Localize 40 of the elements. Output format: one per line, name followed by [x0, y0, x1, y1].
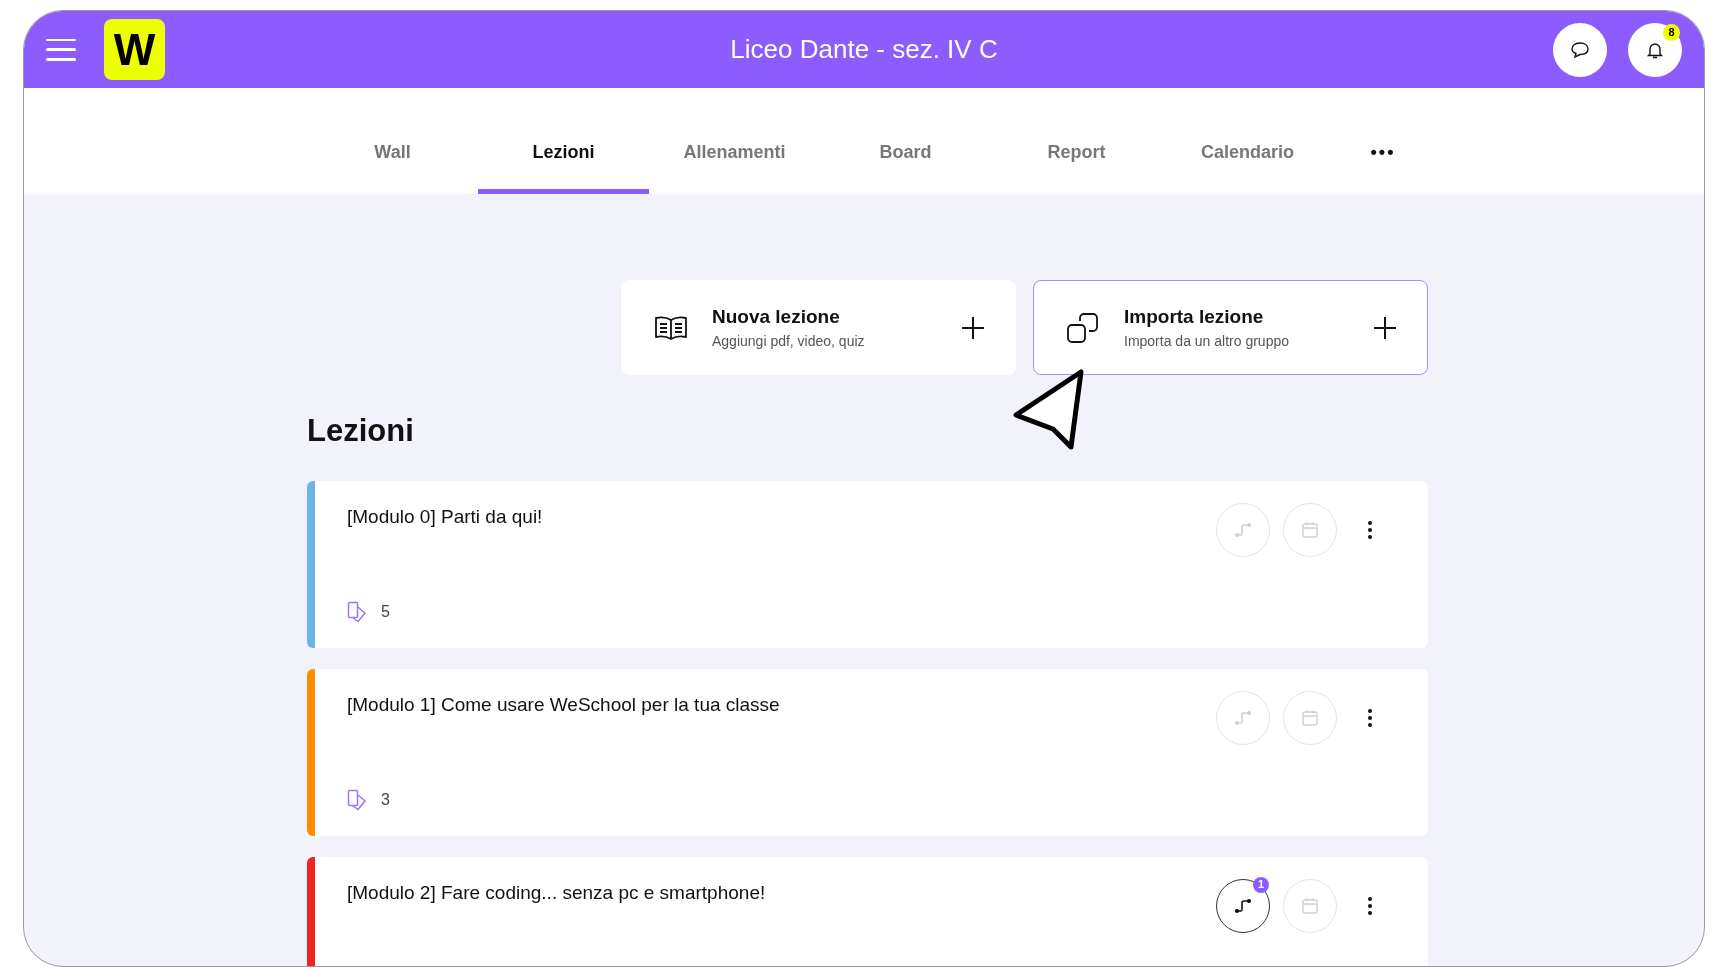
item-count: 3: [381, 789, 390, 810]
chat-bubble-icon: [1570, 40, 1590, 59]
calendar-icon: [1301, 520, 1319, 539]
notifications-button[interactable]: 8: [1628, 22, 1682, 77]
group-title: Liceo Dante - sez. IV C: [730, 33, 998, 66]
action-subtitle: Importa da un altro gruppo: [1124, 332, 1289, 352]
tab[interactable]: Calendario: [1162, 88, 1333, 194]
menu-icon[interactable]: [46, 38, 76, 61]
tab[interactable]: Allenamenti: [649, 88, 820, 194]
tab[interactable]: Report: [991, 88, 1162, 194]
tab[interactable]: Wall: [307, 88, 478, 194]
action-subtitle: Aggiungi pdf, video, quiz: [712, 332, 865, 352]
path-badge: 1: [1253, 876, 1269, 893]
item-count: 5: [381, 601, 390, 622]
calendar-icon: [1301, 708, 1319, 727]
plus-icon: [961, 315, 985, 340]
lesson-card[interactable]: [Modulo 0] Parti da qui! 5: [307, 480, 1428, 648]
calendar-icon: [1301, 896, 1319, 915]
cards-icon: [347, 600, 367, 623]
more-tab[interactable]: •••: [1333, 88, 1433, 194]
lesson-card[interactable]: [Modulo 1] Come usare WeSchool per la tua classe 3: [307, 668, 1428, 836]
lesson-card[interactable]: [Modulo 2] Fare coding... senza pc e smartphone! 1: [307, 856, 1428, 966]
section-title: Lezioni: [307, 412, 414, 450]
copy-icon: [1066, 310, 1100, 345]
action-title: Nuova lezione: [712, 304, 841, 329]
action-card[interactable]: Nuova lezione Aggiungi pdf, video, quiz: [621, 280, 1016, 375]
lesson-title: [Modulo 1] Come usare WeSchool per la tua classe: [347, 692, 781, 717]
path-icon: [1234, 896, 1252, 915]
cards-icon: [347, 788, 367, 811]
lesson-title: [Modulo 2] Fare coding... senza pc e smartphone!: [347, 880, 767, 905]
tab[interactable]: Lezioni: [478, 88, 649, 194]
path-icon: [1234, 708, 1252, 727]
plus-icon: [1373, 315, 1397, 340]
action-title: Importa lezione: [1124, 304, 1265, 329]
tab[interactable]: Board: [820, 88, 991, 194]
path-icon: [1234, 520, 1252, 539]
lesson-title: [Modulo 0] Parti da qui!: [347, 504, 544, 529]
logo[interactable]: W: [104, 19, 165, 80]
notification-count: 8: [1663, 23, 1680, 41]
chat-button[interactable]: [1553, 22, 1607, 77]
